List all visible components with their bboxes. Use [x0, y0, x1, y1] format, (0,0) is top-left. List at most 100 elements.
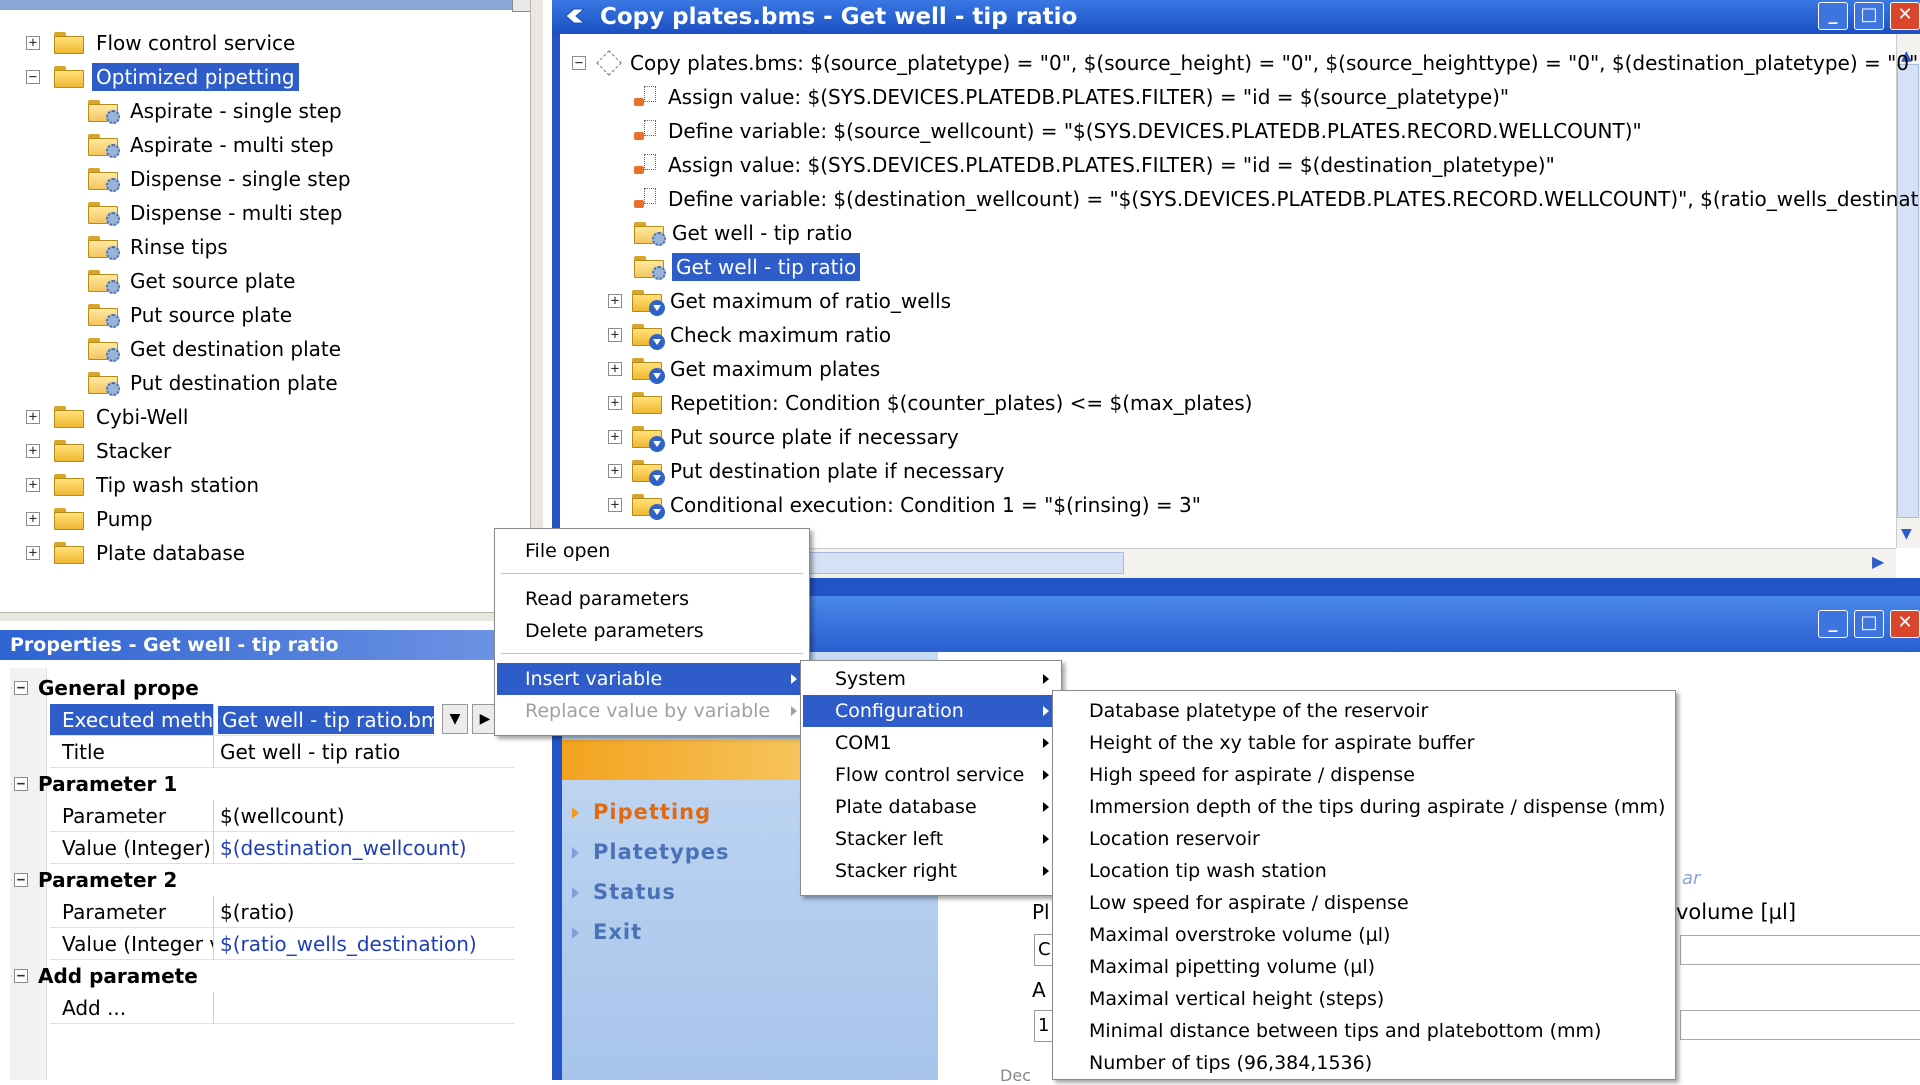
property-value[interactable]: $(wellcount) — [214, 800, 514, 832]
property-row-p1-value[interactable]: Value (Integer) $(destination_wellcount) — [14, 832, 514, 864]
scroll-right-icon[interactable]: ▶ — [1872, 552, 1884, 571]
tree-node-cybi-well[interactable]: + Cybi-Well — [26, 400, 192, 434]
step-define-variable[interactable]: Define variable: $(destination_wellcount… — [634, 182, 1920, 216]
menu-item-replace-value[interactable]: Replace value by variable — [497, 695, 807, 727]
expand-icon[interactable]: + — [26, 512, 40, 526]
form-input[interactable] — [1680, 1010, 1920, 1040]
collapse-icon[interactable]: − — [14, 777, 28, 791]
menu-item-plate-database[interactable]: Plate database — [803, 791, 1059, 823]
menu-item-config-option[interactable]: Immersion depth of the tips during aspir… — [1055, 791, 1673, 823]
tree-leaf-aspirate-single[interactable]: Aspirate - single step — [88, 94, 346, 128]
expand-icon[interactable]: + — [608, 328, 622, 342]
menu-item-delete-parameters[interactable]: Delete parameters — [497, 615, 807, 647]
menu-item-config-option[interactable]: Maximal pipetting volume (µl) — [1055, 951, 1673, 983]
expand-icon[interactable]: + — [26, 36, 40, 50]
step-get-well-tip-ratio-selected[interactable]: Get well - tip ratio — [634, 250, 861, 284]
add-parameter-link[interactable]: Add ... — [50, 992, 214, 1024]
property-value[interactable]: $(ratio) — [214, 896, 514, 928]
property-row-executed-method[interactable]: Executed metho Get well - tip ratio.bms … — [14, 704, 500, 736]
tree-node-flow-control[interactable]: + Flow control service — [26, 26, 299, 60]
nav-link-platetypes[interactable]: Platetypes — [572, 840, 730, 864]
property-row-title[interactable]: Title Get well - tip ratio — [14, 736, 514, 768]
menu-item-com1[interactable]: COM1 — [803, 727, 1059, 759]
minimize-button[interactable]: _ — [1818, 610, 1848, 638]
tree-leaf-put-destination-plate[interactable]: Put destination plate — [88, 366, 342, 400]
tree-node-plate-database[interactable]: + Plate database — [26, 536, 249, 570]
collapse-icon[interactable]: − — [572, 56, 586, 70]
menu-item-stacker-right[interactable]: Stacker right — [803, 855, 1059, 887]
tree-leaf-put-source-plate[interactable]: Put source plate — [88, 298, 296, 332]
menu-item-config-option[interactable]: Database platetype of the reservoir — [1055, 695, 1673, 727]
tree-leaf-dispense-single[interactable]: Dispense - single step — [88, 162, 355, 196]
maximize-button[interactable]: □ — [1854, 2, 1884, 30]
splitter-vertical[interactable] — [530, 0, 543, 620]
property-group-add-parameter[interactable]: − Add paramete — [14, 960, 500, 992]
scrollbar-thumb[interactable] — [1897, 64, 1919, 518]
menu-item-configuration[interactable]: Configuration — [803, 695, 1059, 727]
close-button[interactable]: ✕ — [1890, 2, 1920, 30]
collapse-icon[interactable]: − — [14, 681, 28, 695]
menu-item-insert-variable[interactable]: Insert variable — [497, 663, 807, 695]
executed-method-field[interactable]: Get well - tip ratio.bms — [214, 704, 434, 736]
menu-item-config-option[interactable]: High speed for aspirate / dispense — [1055, 759, 1673, 791]
property-group-parameter-1[interactable]: − Parameter 1 — [14, 768, 500, 800]
menu-item-config-option[interactable]: Maximal overstroke volume (µl) — [1055, 919, 1673, 951]
tree-leaf-dispense-multi[interactable]: Dispense - multi step — [88, 196, 346, 230]
property-row-p2-parameter[interactable]: Parameter $(ratio) — [14, 896, 514, 928]
menu-item-stacker-left[interactable]: Stacker left — [803, 823, 1059, 855]
menu-item-read-parameters[interactable]: Read parameters — [497, 583, 807, 615]
menu-item-config-option[interactable]: Maximal vertical height (steps) — [1055, 983, 1673, 1015]
property-value[interactable]: $(ratio_wells_destination) — [214, 928, 514, 960]
expand-icon[interactable]: + — [26, 546, 40, 560]
expand-icon[interactable]: + — [26, 478, 40, 492]
expand-icon[interactable]: + — [608, 498, 622, 512]
dropdown-arrow-icon[interactable]: ▼ — [442, 704, 468, 734]
nav-link-pipetting[interactable]: Pipetting — [572, 800, 711, 824]
menu-item-config-option[interactable]: Minimal distance between tips and plateb… — [1055, 1015, 1673, 1047]
expand-icon[interactable]: + — [608, 464, 622, 478]
menu-item-file-open[interactable]: File open — [497, 535, 807, 567]
nav-link-status[interactable]: Status — [572, 880, 676, 904]
close-button[interactable]: ✕ — [1890, 610, 1920, 638]
step-conditional-execution[interactable]: + Conditional execution: Condition 1 = "… — [608, 488, 1201, 522]
step-get-well-tip-ratio[interactable]: Get well - tip ratio — [634, 216, 852, 250]
step-put-destination-plate[interactable]: + Put destination plate if necessary — [608, 454, 1004, 488]
property-value[interactable]: $(destination_wellcount) — [214, 832, 514, 864]
step-get-maximum-plates[interactable]: + Get maximum plates — [608, 352, 880, 386]
tree-node-pump[interactable]: + Pump — [26, 502, 157, 536]
splitter-horizontal[interactable] — [0, 612, 542, 621]
step-get-maximum-ratio-wells[interactable]: + Get maximum of ratio_wells — [608, 284, 951, 318]
step-assign-value[interactable]: Assign value: $(SYS.DEVICES.PLATEDB.PLAT… — [634, 148, 1555, 182]
property-row-p1-parameter[interactable]: Parameter $(wellcount) — [14, 800, 514, 832]
property-row-add[interactable]: Add ... — [14, 992, 514, 1024]
menu-item-config-option[interactable]: Location tip wash station — [1055, 855, 1673, 887]
scroll-down-icon[interactable]: ▼ — [1901, 526, 1912, 542]
tree-leaf-get-destination-plate[interactable]: Get destination plate — [88, 332, 345, 366]
step-assign-value[interactable]: Assign value: $(SYS.DEVICES.PLATEDB.PLAT… — [634, 80, 1509, 114]
tree-leaf-aspirate-multi[interactable]: Aspirate - multi step — [88, 128, 338, 162]
method-root-node[interactable]: − Copy plates.bms: $(source_platetype) =… — [572, 46, 1920, 80]
expand-icon[interactable]: + — [26, 410, 40, 424]
expand-icon[interactable]: + — [608, 294, 622, 308]
menu-item-system[interactable]: System — [803, 663, 1059, 695]
menu-item-config-option[interactable]: Number of tips (96,384,1536) — [1055, 1047, 1673, 1079]
menu-item-config-option[interactable]: Low speed for aspirate / dispense — [1055, 887, 1673, 919]
menu-item-config-option[interactable]: Location reservoir — [1055, 823, 1673, 855]
property-group-general[interactable]: − General prope — [14, 672, 500, 704]
expand-icon[interactable]: + — [608, 362, 622, 376]
property-group-parameter-2[interactable]: − Parameter 2 — [14, 864, 500, 896]
step-put-source-plate[interactable]: + Put source plate if necessary — [608, 420, 959, 454]
step-define-variable[interactable]: Define variable: $(source_wellcount) = "… — [634, 114, 1642, 148]
property-row-p2-value[interactable]: Value (Integer v $(ratio_wells_destinati… — [14, 928, 514, 960]
volume-input[interactable] — [1680, 935, 1920, 965]
tree-node-optimized-pipetting[interactable]: − Optimized pipetting — [26, 60, 299, 94]
minimize-button[interactable]: _ — [1818, 2, 1848, 30]
tree-leaf-get-source-plate[interactable]: Get source plate — [88, 264, 299, 298]
tree-leaf-rinse-tips[interactable]: Rinse tips — [88, 230, 232, 264]
maximize-button[interactable]: □ — [1854, 610, 1884, 638]
menu-item-config-option[interactable]: Height of the xy table for aspirate buff… — [1055, 727, 1673, 759]
vertical-scrollbar[interactable]: ▲ ▼ — [1896, 34, 1920, 548]
nav-link-exit[interactable]: Exit — [572, 920, 642, 944]
step-repetition[interactable]: + Repetition: Condition $(counter_plates… — [608, 386, 1252, 420]
collapse-icon[interactable]: − — [26, 70, 40, 84]
